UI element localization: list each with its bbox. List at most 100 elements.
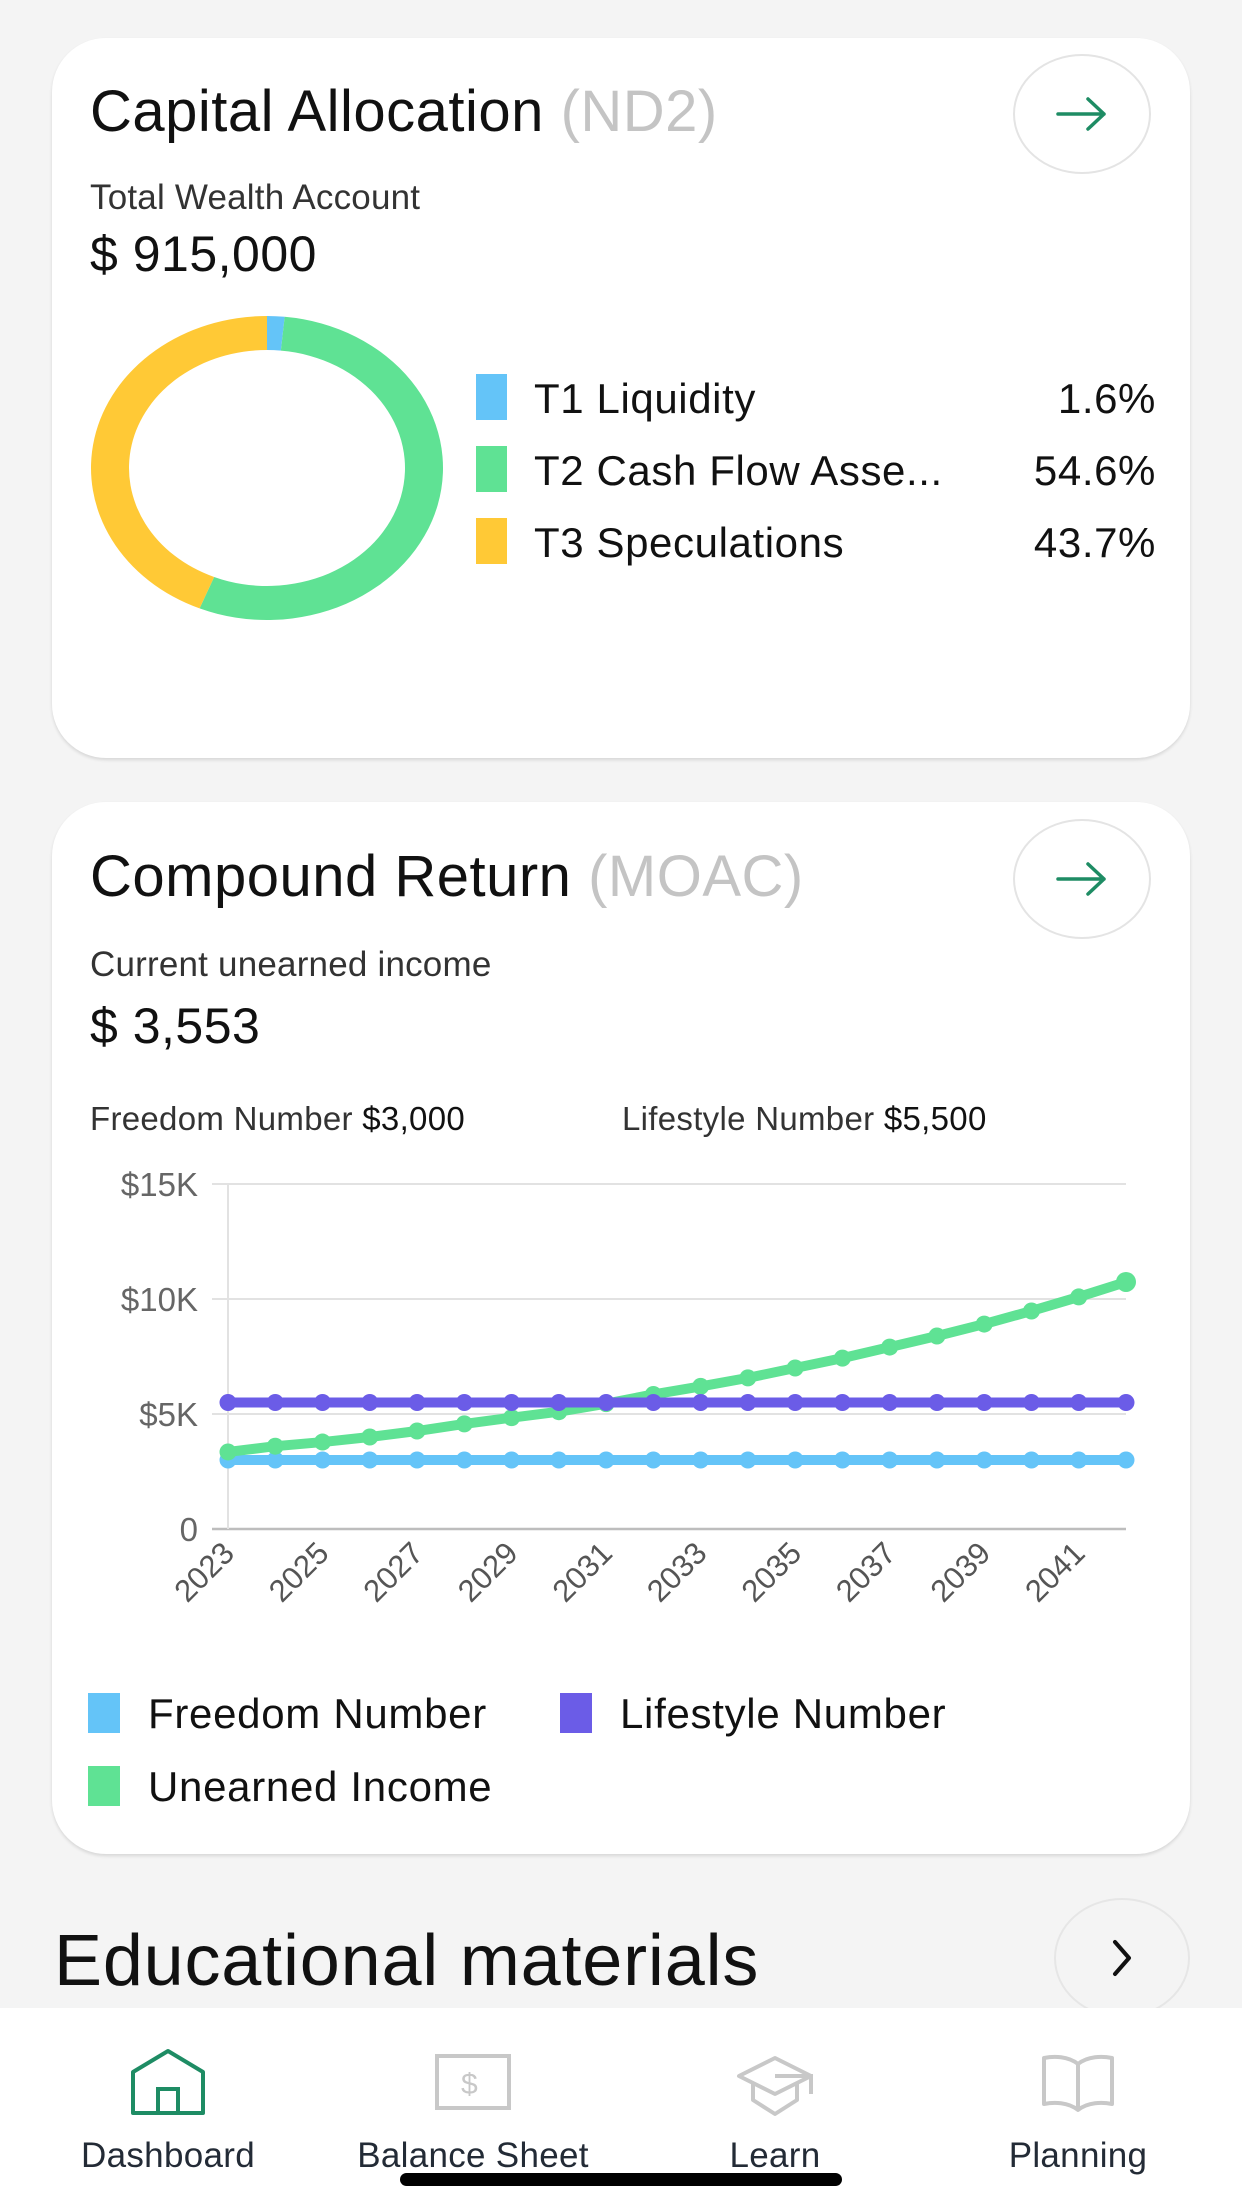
- data-point-freedom-number: [361, 1451, 379, 1469]
- dollar-sheet-icon: $: [435, 2054, 511, 2110]
- y-tick-label: $10K: [121, 1281, 198, 1318]
- educational-materials-title: Educational materials: [54, 1921, 760, 2001]
- x-tick-label: 2035: [735, 1535, 809, 1609]
- data-point-lifestyle-number: [692, 1394, 710, 1411]
- arrow-right-icon: [1056, 862, 1106, 896]
- home-indicator: [400, 2173, 842, 2186]
- data-point-freedom-number: [1070, 1451, 1088, 1469]
- compound-return-title-suffix: (MOAC): [588, 844, 804, 909]
- compound-return-open-button[interactable]: [1013, 819, 1151, 939]
- data-point-freedom-number: [833, 1451, 851, 1469]
- tab-dashboard[interactable]: Dashboard: [18, 2008, 318, 2208]
- data-point-unearned-income: [455, 1415, 473, 1433]
- chart-legend-item-unearned: Unearned Income: [88, 1766, 508, 1810]
- data-point-freedom-number: [739, 1451, 757, 1469]
- educational-materials-open-button[interactable]: [1054, 1898, 1190, 2018]
- data-point-lifestyle-number: [503, 1394, 521, 1411]
- data-point-unearned-income: [739, 1369, 757, 1387]
- freedom-swatch: [88, 1693, 120, 1733]
- data-point-unearned-income: [219, 1443, 237, 1461]
- total-wealth-amount: $ 915,000: [90, 226, 317, 282]
- data-point-unearned-income: [786, 1359, 804, 1377]
- capital-allocation-open-button[interactable]: [1013, 54, 1151, 174]
- freedom-number-summary: Freedom Number $3,000: [90, 1102, 465, 1135]
- series-freedom-number: [219, 1451, 1135, 1469]
- tab-planning[interactable]: Planning: [928, 2008, 1228, 2208]
- graduation-cap-icon: [737, 2056, 813, 2116]
- chart-legend-item-lifestyle: Lifestyle Number: [560, 1693, 980, 1737]
- tab-label: Balance Sheet: [357, 2136, 589, 2175]
- donut-slice-3: [91, 316, 268, 609]
- x-tick-label: 2025: [262, 1535, 336, 1609]
- data-point-lifestyle-number: [219, 1394, 237, 1411]
- data-point-freedom-number: [503, 1451, 521, 1469]
- data-point-freedom-number: [455, 1451, 473, 1469]
- data-point-freedom-number: [314, 1451, 332, 1469]
- data-point-freedom-number: [550, 1451, 568, 1469]
- current-unearned-income-amount: $ 3,553: [90, 998, 261, 1054]
- t2-swatch: [476, 446, 507, 492]
- data-point-lifestyle-number: [975, 1394, 993, 1411]
- data-point-lifestyle-number: [1022, 1394, 1040, 1411]
- data-point-unearned-income: [1022, 1302, 1040, 1320]
- t1-swatch: [476, 374, 507, 420]
- data-point-lifestyle-number: [408, 1394, 426, 1411]
- lifestyle-number-label: Lifestyle Number: [622, 1100, 875, 1137]
- unearned-swatch: [88, 1766, 120, 1806]
- data-point-lifestyle-number: [881, 1394, 899, 1411]
- x-tick-label: 2031: [546, 1535, 620, 1609]
- data-point-lifestyle-number: [361, 1394, 379, 1411]
- compound-return-card: Compound Return (MOAC) Current unearned …: [52, 802, 1190, 1854]
- data-point-freedom-number: [1022, 1451, 1040, 1469]
- data-point-lifestyle-number: [1117, 1394, 1135, 1411]
- capital-allocation-title-suffix: (ND2): [560, 79, 718, 144]
- data-point-lifestyle-number: [597, 1394, 615, 1411]
- chevron-right-icon: [1113, 1940, 1131, 1976]
- data-point-lifestyle-number: [314, 1394, 332, 1411]
- data-point-freedom-number: [786, 1451, 804, 1469]
- x-tick-label: 2039: [924, 1535, 998, 1609]
- series-lifestyle-number: [219, 1394, 1135, 1411]
- data-point-unearned-income: [928, 1327, 946, 1345]
- x-tick-label: 2037: [829, 1535, 903, 1609]
- data-point-freedom-number: [881, 1451, 899, 1469]
- data-point-lifestyle-number: [786, 1394, 804, 1411]
- y-tick-label: $15K: [121, 1166, 198, 1203]
- capital-allocation-card: Capital Allocation (ND2) Total Wealth Ac…: [52, 38, 1190, 758]
- compound-return-title-text: Compound Return: [90, 844, 572, 909]
- allocation-legend-item: T3 Speculations 43.7%: [476, 518, 1156, 568]
- x-tick-label: 2027: [356, 1535, 430, 1609]
- chart-legend-label: Freedom Number: [148, 1690, 487, 1737]
- data-point-lifestyle-number: [739, 1394, 757, 1411]
- data-point-unearned-income: [503, 1409, 521, 1427]
- data-point-lifestyle-number: [644, 1394, 662, 1411]
- data-point-unearned-income: [314, 1433, 332, 1451]
- allocation-legend-label: T2 Cash Flow Asse...: [534, 447, 943, 494]
- lifestyle-number-value: $5,500: [883, 1100, 987, 1137]
- allocation-legend-label: T3 Speculations: [534, 519, 845, 566]
- current-unearned-income-label: Current unearned income: [90, 945, 492, 984]
- tab-label: Learn: [729, 2136, 821, 2175]
- x-tick-label: 2041: [1018, 1535, 1092, 1609]
- data-point-lifestyle-number: [266, 1394, 284, 1411]
- allocation-legend-label: T1 Liquidity: [534, 375, 756, 422]
- data-point-freedom-number: [644, 1451, 662, 1469]
- home-icon: [131, 2049, 205, 2115]
- data-point-lifestyle-number: [833, 1394, 851, 1411]
- book-icon: [1042, 2054, 1114, 2112]
- freedom-number-label: Freedom Number: [90, 1100, 353, 1137]
- data-point-unearned-income: [1116, 1271, 1136, 1292]
- data-point-freedom-number: [597, 1451, 615, 1469]
- compound-return-title: Compound Return (MOAC): [90, 848, 804, 906]
- chart-legend-item-freedom: Freedom Number: [88, 1693, 488, 1737]
- series-line-unearned-income: [223, 1276, 1131, 1457]
- x-tick-label: 2033: [640, 1535, 714, 1609]
- data-point-unearned-income: [975, 1315, 993, 1333]
- total-wealth-label: Total Wealth Account: [90, 178, 421, 217]
- lifestyle-swatch: [560, 1693, 592, 1733]
- x-tick-label: 2029: [451, 1535, 525, 1609]
- capital-allocation-title-text: Capital Allocation: [90, 79, 544, 144]
- series-unearned-income: [219, 1271, 1136, 1461]
- data-point-unearned-income: [408, 1422, 426, 1440]
- allocation-legend-item: T1 Liquidity 1.6%: [476, 374, 1156, 424]
